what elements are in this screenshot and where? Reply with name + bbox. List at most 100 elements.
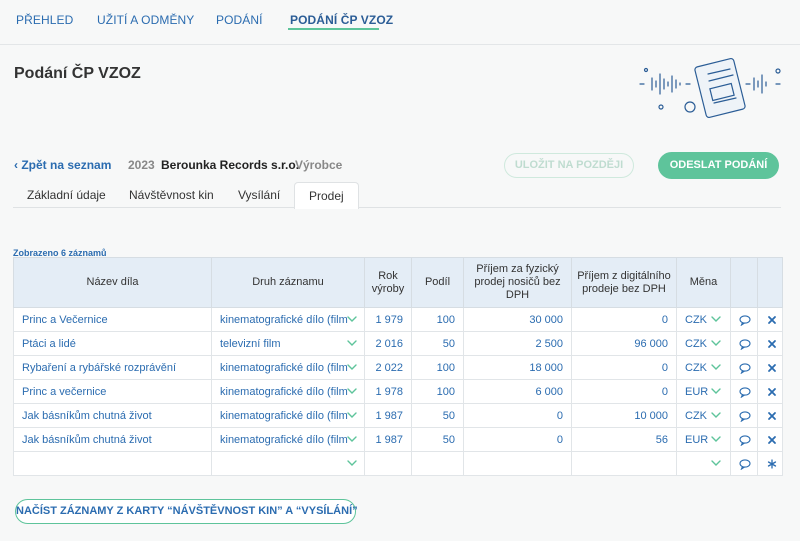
asterisk-icon[interactable]	[766, 458, 778, 470]
close-icon[interactable]	[766, 338, 778, 350]
new-cell-type-select[interactable]	[211, 451, 365, 476]
close-icon[interactable]	[766, 314, 778, 326]
chevron-down-icon	[710, 385, 722, 397]
column-header-type[interactable]: Druh záznamu	[211, 257, 365, 308]
column-header-share[interactable]: Podíl	[411, 257, 464, 308]
comment-icon[interactable]	[739, 314, 751, 326]
cell-share[interactable]: 50	[411, 427, 464, 452]
load-records-button[interactable]: NAČÍST ZÁZNAMY Z KARTY “NÁVŠTĚVNOST KIN”…	[15, 499, 358, 524]
cell-digital-income[interactable]: 96 000	[571, 331, 677, 356]
cell-year[interactable]: 2 016	[364, 331, 412, 356]
column-header-year[interactable]: Rok výroby	[364, 257, 412, 308]
cell-year[interactable]: 1 987	[364, 427, 412, 452]
column-header-currency[interactable]: Měna	[676, 257, 731, 308]
cell-share[interactable]: 100	[411, 307, 464, 332]
cell-digital-income[interactable]: 10 000	[571, 403, 677, 428]
cell-type-select[interactable]: kinematografické dílo (film)	[211, 403, 365, 428]
cell-type-select[interactable]: kinematografické dílo (film)	[211, 379, 365, 404]
tab-prodej[interactable]: Prodej	[294, 182, 359, 209]
cell-type-select[interactable]: kinematografické dílo (film)	[211, 307, 365, 332]
table-row: Ptáci a lidé televizní film 2 016 50 2 500 96…	[13, 331, 783, 356]
new-cell-currency-select[interactable]	[676, 451, 731, 476]
cell-title[interactable]: Jak básníkům chutná život	[13, 427, 212, 452]
sales-table: Název díla Druh záznamu Rok výroby Podíl…	[13, 257, 783, 476]
chevron-down-icon	[346, 385, 358, 397]
save-later-button[interactable]: ULOŽIT NA POZDĚJI	[504, 153, 634, 178]
cell-type-select[interactable]: kinematografické dílo (film)	[211, 355, 365, 380]
chevron-down-icon	[710, 313, 722, 325]
cell-digital-income[interactable]: 0	[571, 307, 677, 332]
cell-year[interactable]: 1 979	[364, 307, 412, 332]
comment-icon[interactable]	[739, 386, 751, 398]
cell-currency-value: CZK	[685, 313, 707, 326]
cell-title[interactable]: Princ a večernice	[13, 379, 212, 404]
close-icon[interactable]	[766, 410, 778, 422]
cell-physical-income[interactable]: 30 000	[463, 307, 572, 332]
cell-share[interactable]: 50	[411, 403, 464, 428]
close-icon[interactable]	[766, 362, 778, 374]
chevron-down-icon	[346, 457, 358, 469]
column-header-title[interactable]: Název díla	[13, 257, 212, 308]
column-header-digital[interactable]: Příjem z digitálního prodeje bez DPH	[571, 257, 677, 308]
comment-icon[interactable]	[739, 338, 751, 350]
cell-year[interactable]: 2 022	[364, 355, 412, 380]
cell-physical-income[interactable]: 18 000	[463, 355, 572, 380]
cell-year[interactable]: 1 978	[364, 379, 412, 404]
cell-share[interactable]: 100	[411, 355, 464, 380]
cell-physical-income[interactable]: 2 500	[463, 331, 572, 356]
cell-share[interactable]: 100	[411, 379, 464, 404]
comment-icon[interactable]	[739, 362, 751, 374]
cell-currency-value: CZK	[685, 361, 707, 374]
cell-title[interactable]: Rybaření a rybářské rozprávění	[13, 355, 212, 380]
nav-item-uziti-a-odmeny[interactable]: UŽITÍ A ODMĚNY	[97, 13, 194, 27]
cell-currency-select[interactable]: CZK	[676, 403, 731, 428]
cell-digital-income[interactable]: 0	[571, 355, 677, 380]
column-header-comment	[730, 257, 758, 308]
cell-physical-income[interactable]: 6 000	[463, 379, 572, 404]
new-cell-digital-income[interactable]	[571, 451, 677, 476]
cell-type-select[interactable]: televizní film	[211, 331, 365, 356]
cell-digital-income[interactable]: 0	[571, 379, 677, 404]
tab-navstevnost-kin[interactable]: Návštěvnost kin	[129, 188, 214, 202]
cell-physical-income[interactable]: 0	[463, 403, 572, 428]
cell-currency-select[interactable]: EUR	[676, 379, 731, 404]
cell-currency-select[interactable]: CZK	[676, 331, 731, 356]
cell-digital-income[interactable]: 56	[571, 427, 677, 452]
nav-item-podani-cp-vzoz[interactable]: PODÁNÍ ČP VZOZ	[290, 13, 393, 27]
close-icon[interactable]	[766, 434, 778, 446]
comment-icon[interactable]	[739, 434, 751, 446]
cell-type-value: kinematografické dílo (film)	[220, 433, 348, 446]
comment-icon[interactable]	[739, 458, 751, 470]
cell-title[interactable]: Ptáci a lidé	[13, 331, 212, 356]
cell-physical-income[interactable]: 0	[463, 427, 572, 452]
new-cell-year[interactable]	[364, 451, 412, 476]
cell-currency-select[interactable]: EUR	[676, 427, 731, 452]
nav-item-prehled[interactable]: PŘEHLED	[16, 13, 73, 27]
table-row: Rybaření a rybářské rozprávění kinematogr…	[13, 355, 783, 380]
cell-delete	[757, 427, 783, 452]
back-link-label: Zpět na seznam	[21, 158, 112, 172]
nav-item-podani[interactable]: PODÁNÍ	[216, 13, 263, 27]
chevron-down-icon	[346, 409, 358, 421]
close-icon[interactable]	[766, 386, 778, 398]
cell-currency-select[interactable]: CZK	[676, 307, 731, 332]
cell-currency-select[interactable]: CZK	[676, 355, 731, 380]
cell-type-select[interactable]: kinematografické dílo (film)	[211, 427, 365, 452]
cell-year[interactable]: 1 987	[364, 403, 412, 428]
new-cell-share[interactable]	[411, 451, 464, 476]
cell-delete	[757, 331, 783, 356]
top-navigation: PŘEHLED UŽITÍ A ODMĚNY PODÁNÍ PODÁNÍ ČP …	[0, 0, 800, 45]
cell-share[interactable]: 50	[411, 331, 464, 356]
back-to-list-link[interactable]: ‹ Zpět na seznam	[14, 158, 111, 172]
comment-icon[interactable]	[739, 410, 751, 422]
cell-delete	[757, 403, 783, 428]
tab-vysilani[interactable]: Vysílání	[238, 188, 280, 202]
send-submission-button[interactable]: ODESLAT PODÁNÍ	[658, 152, 779, 179]
tab-zakladni-udaje[interactable]: Základní údaje	[27, 188, 106, 202]
new-cell-title[interactable]	[13, 451, 212, 476]
new-cell-physical-income[interactable]	[463, 451, 572, 476]
cell-title[interactable]: Jak básníkům chutná život	[13, 403, 212, 428]
cell-title[interactable]: Princ a Večernice	[13, 307, 212, 332]
company-name: Berounka Records s.r.o.	[161, 158, 300, 172]
column-header-physical[interactable]: Příjem za fyzický prodej nosičů bez DPH	[463, 257, 572, 308]
